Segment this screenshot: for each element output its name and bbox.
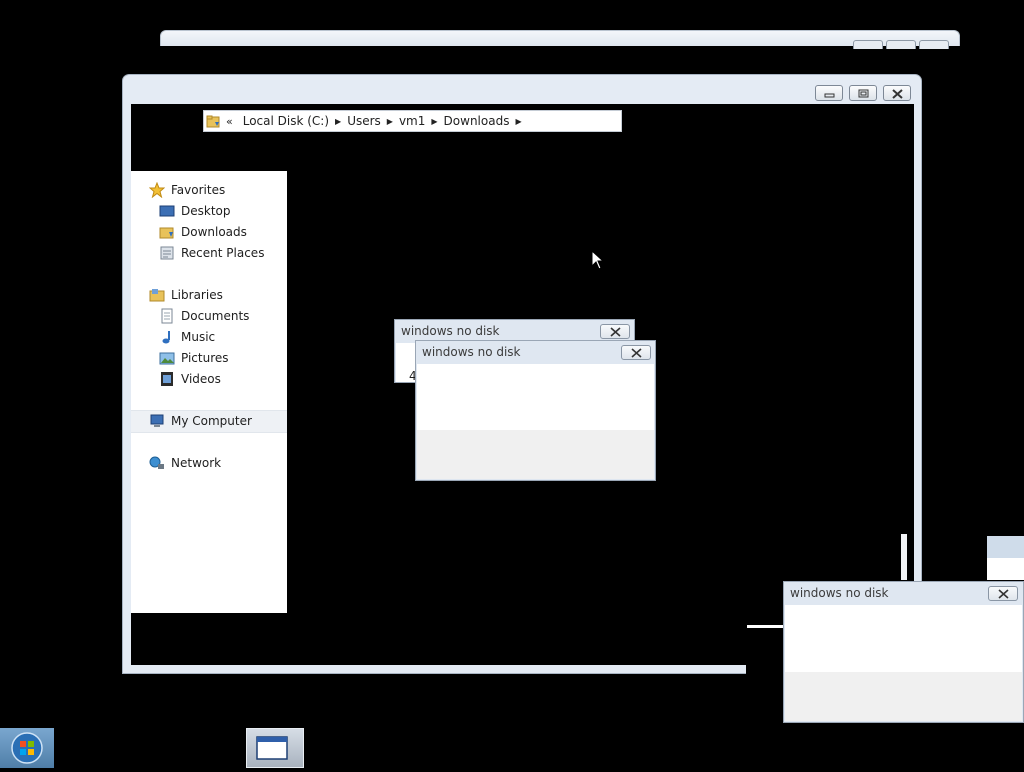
breadcrumb-users[interactable]: Users xyxy=(347,114,381,128)
dialog-title: windows no disk xyxy=(401,324,500,338)
dialog-footer xyxy=(417,430,654,479)
nav-label: Network xyxy=(171,456,222,470)
windows-logo-icon xyxy=(11,732,43,764)
navigation-pane: Favorites Desktop Downloads Recent Place… xyxy=(131,171,287,613)
nav-item-my-computer[interactable]: My Computer xyxy=(149,411,252,431)
close-icon xyxy=(998,589,1009,599)
breadcrumb-local-disk[interactable]: Local Disk (C:) xyxy=(243,114,329,128)
nav-label: Downloads xyxy=(181,225,247,239)
nav-label: My Computer xyxy=(171,414,252,428)
nav-label: Favorites xyxy=(171,183,226,197)
nav-label: Desktop xyxy=(181,204,231,218)
nav-item-documents[interactable]: Documents xyxy=(159,306,249,326)
recent-places-icon xyxy=(159,245,175,261)
nav-item-libraries[interactable]: Libraries xyxy=(149,285,223,305)
bg-maximize-button[interactable] xyxy=(886,40,916,49)
nav-label: Videos xyxy=(181,372,221,386)
close-icon xyxy=(892,89,903,99)
window-edge-fragment xyxy=(901,534,907,580)
dialog-body xyxy=(417,364,654,431)
dialog-title: windows no disk xyxy=(790,586,889,600)
window-edge-fragment xyxy=(747,625,785,628)
network-icon xyxy=(149,455,165,471)
nav-item-desktop[interactable]: Desktop xyxy=(159,201,231,221)
close-icon xyxy=(631,348,642,358)
frame-gap xyxy=(746,665,786,675)
nav-label: Music xyxy=(181,330,216,344)
nav-item-pictures[interactable]: Pictures xyxy=(159,348,229,368)
nav-item-recent-places[interactable]: Recent Places xyxy=(159,243,264,263)
minimize-button[interactable] xyxy=(815,85,843,101)
dialog-title: windows no disk xyxy=(422,345,521,359)
folder-icon xyxy=(206,114,220,128)
nav-item-music[interactable]: Music xyxy=(159,327,215,347)
nav-label: Pictures xyxy=(181,351,229,365)
chevron-right-icon[interactable]: ▶ xyxy=(515,117,521,126)
breadcrumb-downloads[interactable]: Downloads xyxy=(444,114,510,128)
nav-item-network[interactable]: Network xyxy=(149,453,221,473)
close-icon xyxy=(610,327,621,337)
minimize-icon xyxy=(824,93,835,98)
start-button[interactable] xyxy=(0,728,54,768)
desktop-icon xyxy=(159,203,175,219)
window-edge-fragment xyxy=(987,558,1024,580)
dialog-no-disk-2[interactable]: windows no disk xyxy=(415,340,656,481)
bg-minimize-button[interactable] xyxy=(853,40,883,49)
background-window-titlebar[interactable] xyxy=(160,30,960,49)
taskbar-window-button[interactable] xyxy=(246,728,304,768)
breadcrumb-overflow[interactable]: « xyxy=(226,115,233,128)
chevron-right-icon[interactable]: ▶ xyxy=(431,117,437,126)
dialog-close-button[interactable] xyxy=(988,586,1018,601)
downloads-folder-icon xyxy=(159,224,175,240)
documents-icon xyxy=(159,308,175,324)
window-app-icon xyxy=(256,736,288,760)
nav-label: Recent Places xyxy=(181,246,265,260)
dialog-no-disk-3[interactable]: windows no disk xyxy=(783,581,1024,723)
music-icon xyxy=(159,329,175,345)
maximize-button[interactable] xyxy=(849,85,877,101)
restore-icon xyxy=(858,89,869,98)
computer-icon xyxy=(149,413,165,429)
videos-icon xyxy=(159,371,175,387)
dialog-close-button[interactable] xyxy=(600,324,630,339)
close-button[interactable] xyxy=(883,85,911,101)
nav-label: Documents xyxy=(181,309,250,323)
chevron-right-icon[interactable]: ▶ xyxy=(387,117,393,126)
mouse-cursor-icon xyxy=(591,250,605,270)
window-edge-fragment xyxy=(987,536,1024,558)
bg-close-button[interactable] xyxy=(919,40,949,49)
nav-item-downloads[interactable]: Downloads xyxy=(159,222,247,242)
chevron-right-icon[interactable]: ▶ xyxy=(335,117,341,126)
nav-label: Libraries xyxy=(171,288,223,302)
breadcrumb-vm1[interactable]: vm1 xyxy=(399,114,425,128)
dialog-footer xyxy=(785,672,1022,721)
nav-item-favorites[interactable]: Favorites xyxy=(148,180,226,200)
address-bar[interactable]: « Local Disk (C:) ▶ Users ▶ vm1 ▶ Downlo… xyxy=(203,110,622,132)
dialog-body xyxy=(785,605,1022,672)
nav-item-videos[interactable]: Videos xyxy=(159,369,221,389)
libraries-icon xyxy=(149,287,165,303)
dialog-close-button[interactable] xyxy=(621,345,651,360)
star-icon xyxy=(148,181,166,199)
pictures-icon xyxy=(159,350,175,366)
